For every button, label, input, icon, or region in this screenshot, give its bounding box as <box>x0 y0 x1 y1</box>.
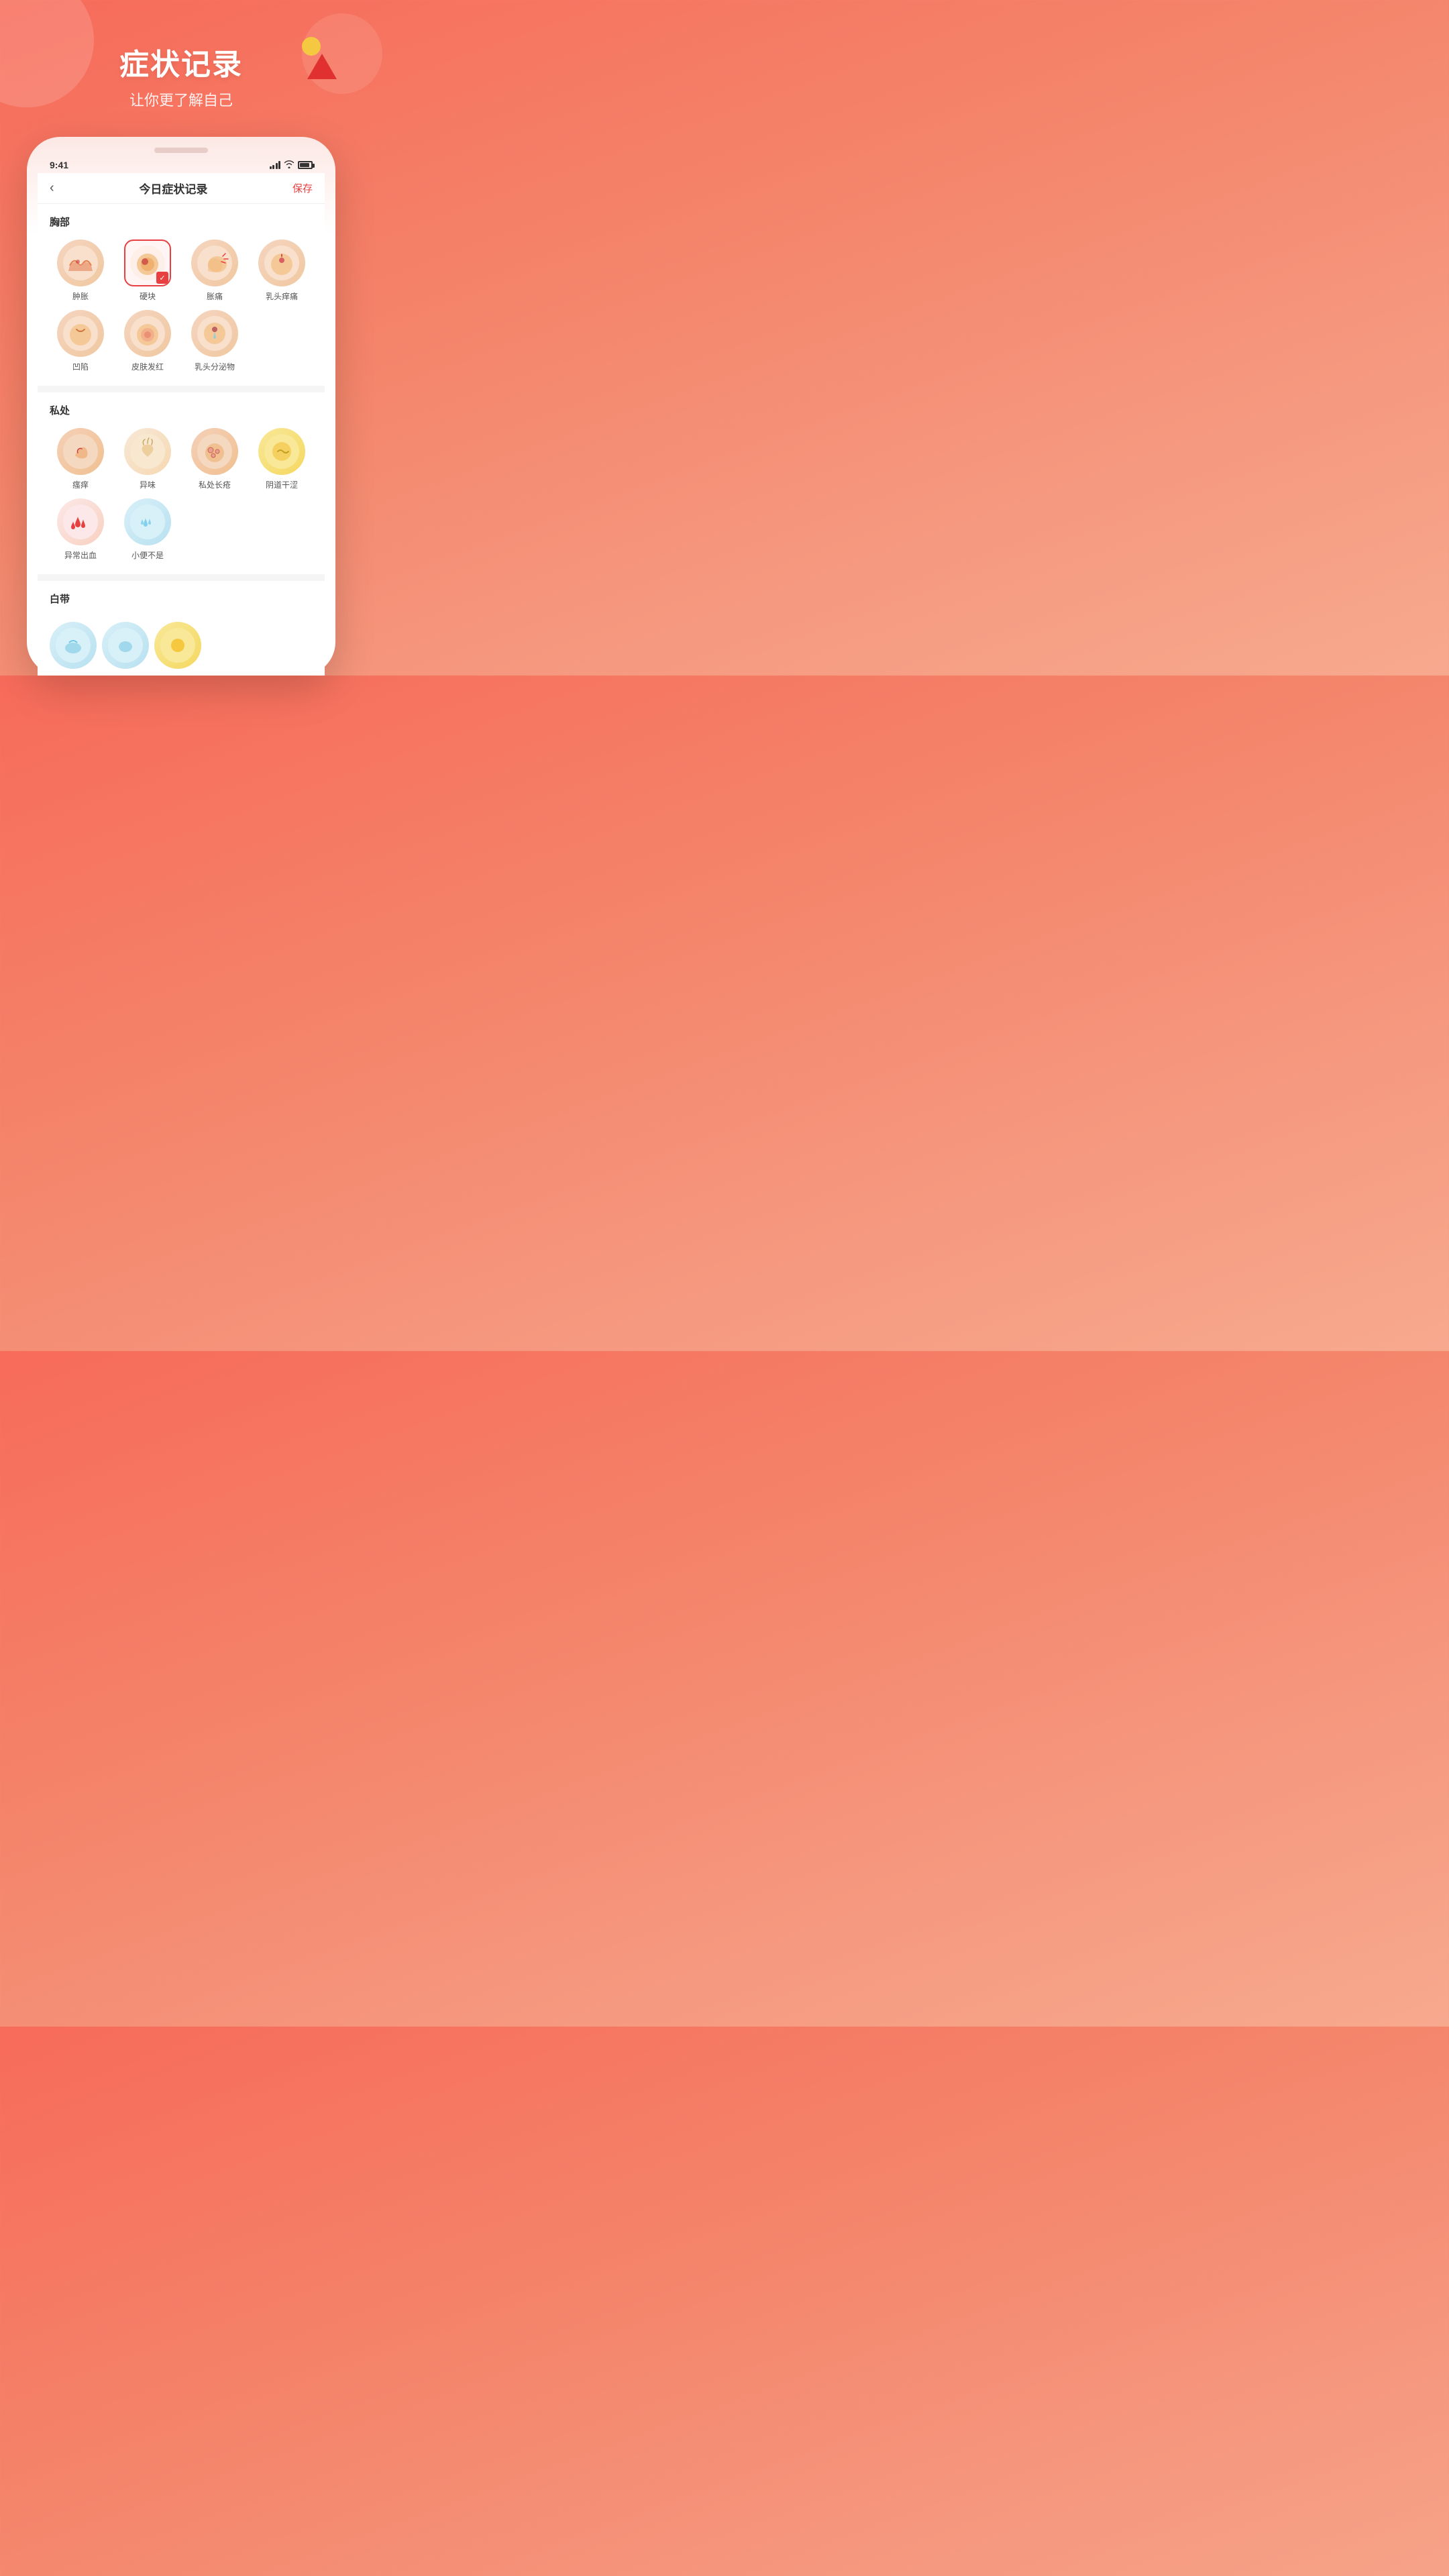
battery-icon <box>298 161 313 169</box>
symptom-pifuhongfa[interactable]: 皮肤发红 <box>117 310 178 372</box>
symptom-label-yangyang: 瘙痒 <box>72 479 89 490</box>
symptom-yingkuai[interactable]: ✓ 硬块 <box>117 239 178 302</box>
content-area: 胸部 肿胀 <box>38 204 325 676</box>
symptom-icon-zhongzhang <box>57 239 104 286</box>
check-mark-yingkuai: ✓ <box>156 272 168 284</box>
symptom-icon-changzhen <box>191 428 238 475</box>
symptom-yangyang[interactable]: 瘙痒 <box>50 428 111 490</box>
private-symptom-grid: 瘙痒 异味 <box>50 428 313 490</box>
symptom-label-rutyangyan: 乳头痒痛 <box>266 290 298 302</box>
chest-symptom-grid: 肿胀 ✓ 硬块 <box>50 239 313 372</box>
symptom-yichuxue[interactable]: 异常出血 <box>50 498 111 561</box>
discharge-item-3[interactable] <box>154 622 201 669</box>
symptom-label-xiaobian: 小便不是 <box>131 549 164 561</box>
symptom-zhongzhang[interactable]: 肿胀 <box>50 239 111 302</box>
symptom-aoxian[interactable]: 凹陷 <box>50 310 111 372</box>
symptom-label-zhangtong: 胀痛 <box>207 290 223 302</box>
symptom-ganse[interactable]: 阴道干涩 <box>251 428 313 490</box>
hero-subtitle: 让你更了解自己 <box>119 89 243 110</box>
signal-icon <box>270 161 281 169</box>
symptom-changzhen[interactable]: 私处长疮 <box>184 428 246 490</box>
symptom-icon-xiaobian <box>124 498 171 545</box>
symptom-icon-rutyangyan <box>258 239 305 286</box>
back-button[interactable]: ‹ <box>50 180 54 196</box>
symptom-label-zhongzhang: 肿胀 <box>72 290 89 302</box>
save-button[interactable]: 保存 <box>292 181 313 195</box>
private-row2: 异常出血 小便不是 <box>50 498 313 561</box>
symptom-label-aoxian: 凹陷 <box>72 361 89 372</box>
private-title: 私处 <box>50 403 313 417</box>
symptom-icon-yingkuai: ✓ <box>124 239 171 286</box>
symptom-label-yingkuai: 硬块 <box>140 290 156 302</box>
phone-notch <box>38 148 325 153</box>
bg-circle-left <box>0 0 94 107</box>
deco-yellow-circle <box>302 37 321 56</box>
status-icons <box>270 160 313 170</box>
symptom-icon-yichuxue <box>57 498 104 545</box>
symptom-label-changzhen: 私处长疮 <box>199 479 231 490</box>
symptom-icon-aoxian <box>57 310 104 357</box>
symptom-label-pifuhongfa: 皮肤发红 <box>131 361 164 372</box>
hero-title: 症状记录 <box>119 40 243 83</box>
symptom-icon-yiwei <box>124 428 171 475</box>
status-time: 9:41 <box>50 160 68 170</box>
discharge-item-1[interactable] <box>50 622 97 669</box>
nav-bar: ‹ 今日症状记录 保存 <box>38 173 325 204</box>
page-title: 今日症状记录 <box>139 180 207 197</box>
discharge-item-2[interactable] <box>102 622 149 669</box>
symptom-label-yichuxue: 异常出血 <box>64 549 97 561</box>
discharge-partial-icons <box>50 616 313 669</box>
symptom-label-ganse: 阴道干涩 <box>266 479 298 490</box>
symptom-rutyangyan[interactable]: 乳头痒痛 <box>251 239 313 302</box>
symptom-icon-zhangtong <box>191 239 238 286</box>
discharge-section: 白带 <box>38 581 325 676</box>
phone-mockup: 9:41 ‹ 今日症状记录 保存 <box>27 137 335 676</box>
symptom-xiaobian[interactable]: 小便不是 <box>117 498 178 561</box>
symptom-icon-rutfenbi <box>191 310 238 357</box>
wifi-icon <box>284 160 294 170</box>
symptom-icon-yangyang <box>57 428 104 475</box>
discharge-title: 白带 <box>50 592 313 606</box>
symptom-icon-ganse <box>258 428 305 475</box>
chest-title: 胸部 <box>50 215 313 229</box>
symptom-icon-pifuhongfa <box>124 310 171 357</box>
symptom-yiwei[interactable]: 异味 <box>117 428 178 490</box>
symptom-label-yiwei: 异味 <box>140 479 156 490</box>
status-bar: 9:41 <box>38 157 325 173</box>
hero-section: 症状记录 让你更了解自己 <box>106 40 256 110</box>
symptom-rutfenbi[interactable]: 乳头分泌物 <box>184 310 246 372</box>
chest-section: 胸部 肿胀 <box>38 204 325 386</box>
symptom-zhangtong[interactable]: 胀痛 <box>184 239 246 302</box>
symptom-label-rutfenbi: 乳头分泌物 <box>195 361 235 372</box>
private-section: 私处 瘙痒 <box>38 392 325 574</box>
notch-bar <box>154 148 208 153</box>
deco-red-triangle <box>307 54 337 79</box>
